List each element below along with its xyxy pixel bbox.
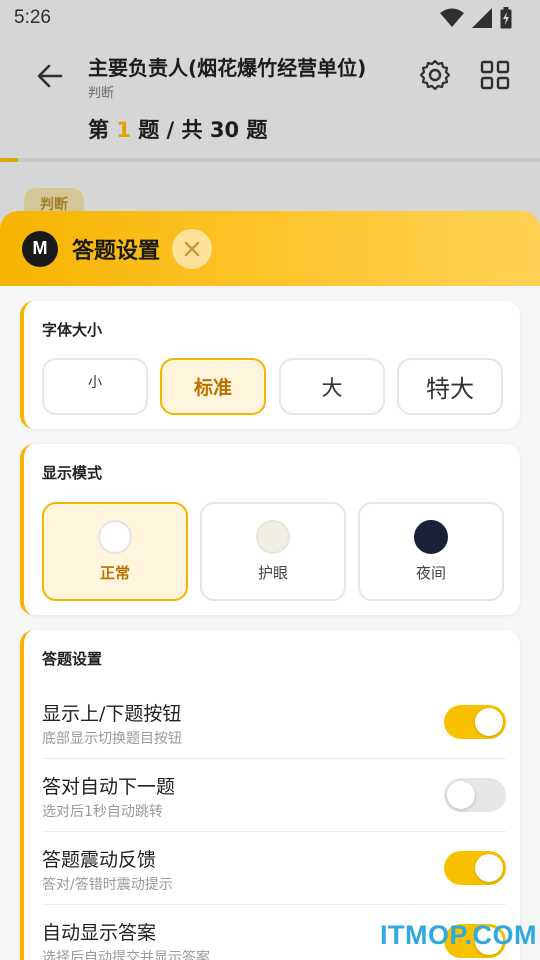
- mode-swatch-normal: [98, 520, 132, 554]
- mode-swatch-night: [414, 520, 448, 554]
- toggle-vibration[interactable]: [444, 851, 506, 885]
- display-mode-title: 显示模式: [42, 464, 103, 482]
- display-mode-night[interactable]: 夜间: [358, 502, 504, 601]
- close-button[interactable]: [172, 228, 213, 269]
- font-size-option-small[interactable]: 小: [42, 358, 148, 415]
- display-mode-eye-care[interactable]: 护眼: [200, 502, 346, 601]
- toggle-auto-next[interactable]: [444, 778, 506, 812]
- setting-row-vibration: 答题震动反馈 答对/答错时震动提示: [42, 832, 506, 905]
- mode-swatch-eye-care: [256, 520, 290, 554]
- toggle-knob: [447, 781, 475, 809]
- font-option-label: 特大: [426, 375, 474, 403]
- setting-description: 选择后自动提交并显示答案: [42, 950, 210, 960]
- toggle-nav-buttons[interactable]: [444, 705, 506, 739]
- setting-title: 答题震动反馈: [42, 849, 157, 871]
- mode-label: 护眼: [257, 564, 288, 582]
- font-size-option-large[interactable]: 大: [279, 358, 385, 415]
- setting-title: 显示上/下题按钮: [42, 703, 182, 725]
- watermark-text: ITMOP.COM: [380, 920, 538, 950]
- font-option-label: 标准: [193, 377, 232, 399]
- sheet-title: 答题设置: [72, 238, 161, 264]
- answer-settings-card: 答题设置 显示上/下题按钮 底部显示切换题目按钮 答对自动下一题 选对后1秒自动…: [20, 630, 520, 960]
- setting-description: 答对/答错时震动提示: [42, 877, 173, 893]
- font-option-label: 小: [88, 375, 102, 391]
- close-icon: [184, 241, 200, 256]
- setting-description: 选对后1秒自动跳转: [42, 804, 163, 820]
- logo-badge: M: [22, 230, 58, 267]
- mode-label: 夜间: [415, 564, 446, 582]
- toggle-knob: [475, 854, 503, 882]
- settings-sheet: M 答题设置 字体大小 小 标准 大 特大 显示模式 正常 护眼 夜间 答题设置: [0, 211, 540, 960]
- display-mode-normal[interactable]: 正常: [42, 502, 188, 601]
- answer-settings-title: 答题设置: [42, 650, 103, 668]
- setting-title: 答对自动下一题: [42, 776, 176, 798]
- toggle-knob: [475, 708, 503, 736]
- setting-row-auto-next: 答对自动下一题 选对后1秒自动跳转: [42, 759, 506, 832]
- font-size-card: 字体大小 小 标准 大 特大: [20, 301, 520, 429]
- setting-description: 底部显示切换题目按钮: [42, 731, 182, 747]
- display-mode-card: 显示模式 正常 护眼 夜间: [20, 444, 520, 615]
- font-option-label: 大: [321, 375, 343, 400]
- setting-title: 自动显示答案: [42, 922, 157, 944]
- setting-row-nav-buttons: 显示上/下题按钮 底部显示切换题目按钮: [42, 686, 506, 759]
- font-size-option-xlarge[interactable]: 特大: [397, 358, 503, 415]
- font-size-option-standard[interactable]: 标准: [160, 358, 266, 415]
- mode-label: 正常: [99, 564, 130, 582]
- sheet-header: M 答题设置: [0, 211, 540, 286]
- font-size-title: 字体大小: [42, 321, 103, 339]
